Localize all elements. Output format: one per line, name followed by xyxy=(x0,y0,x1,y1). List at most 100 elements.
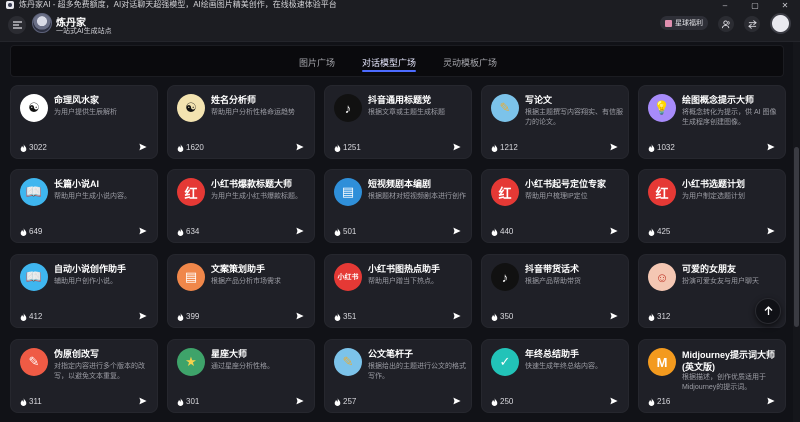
card-description: 根据题材对短视频剧本进行创作 xyxy=(368,193,466,200)
model-card[interactable]: 💡 绘图概念提示大师 将概念转化为提示，供 AI 图像生成程序创建图像。 1032 xyxy=(638,85,786,159)
usage-count: 1032 xyxy=(648,143,675,152)
page-scrollbar[interactable] xyxy=(793,42,800,422)
fire-icon xyxy=(491,312,498,321)
exchange-icon xyxy=(747,19,757,29)
brush-icon: ✎ xyxy=(20,348,48,376)
send-icon xyxy=(296,143,304,151)
model-card[interactable]: ♪ 抖音通用标题党根据文章或主题生成标题 1251 xyxy=(324,85,472,159)
model-card[interactable]: ☯ 命理风水家 为用户提供生辰解析 3022 xyxy=(10,85,158,159)
xiaohongshu-icon: 小红书 xyxy=(334,263,362,291)
sidebar-toggle-button[interactable] xyxy=(8,16,26,34)
model-card[interactable]: 📖 自动小说创作助手 辅助用户创作小说。 412 xyxy=(10,254,158,328)
usage-count-value: 1620 xyxy=(186,143,204,152)
document-icon: ▤ xyxy=(334,178,362,206)
send-icon xyxy=(139,227,147,235)
model-card[interactable]: 红小红书选题计划 为用户制定选题计划 425 xyxy=(638,169,786,243)
card-description: 辅助用户创作小说。 xyxy=(54,278,117,285)
bagua-icon: ☯ xyxy=(20,94,48,122)
card-description: 根据文章或主题生成标题 xyxy=(368,109,445,116)
category-tabs: 图片广场 对话模型广场 灵动模板广场 xyxy=(10,45,784,77)
model-card[interactable]: ♪ 抖音带货话术 根据产品帮助带货 350 xyxy=(481,254,629,328)
send-icon xyxy=(610,397,618,405)
model-card[interactable]: 小红书 小红书图热点助手 帮助用户蹭当下热点。 351 xyxy=(324,254,472,328)
model-card[interactable]: ▤ 文案策划助手 根据产品分析市场需求 399 xyxy=(167,254,315,328)
xiaohongshu-icon: 红 xyxy=(491,178,519,206)
usage-count-value: 3022 xyxy=(29,143,47,152)
card-title: 自动小说创作助手 xyxy=(54,264,127,274)
model-card[interactable]: ▤ 短视频剧本编剧 根据题材对短视频剧本进行创作 501 xyxy=(324,169,472,243)
card-description: 为用户制定选题计划 xyxy=(682,193,745,200)
usage-count-value: 1251 xyxy=(343,143,361,152)
card-title: 公文笔杆子 xyxy=(368,349,414,359)
user-group-button[interactable] xyxy=(718,16,734,32)
book-icon: 📖 xyxy=(20,263,48,291)
minimize-button[interactable]: – xyxy=(710,0,740,10)
model-card[interactable]: 红小红书爆款标题大师 为用户生成小红书爆款标题。 634 xyxy=(167,169,315,243)
card-description: 通过星座分析性格。 xyxy=(211,363,274,370)
usage-count-value: 312 xyxy=(657,312,671,321)
send-icon xyxy=(139,397,147,405)
model-card[interactable]: 📖 长篇小说AI 帮助用户生成小说内容。 649 xyxy=(10,169,158,243)
document-icon: ▤ xyxy=(177,263,205,291)
usage-count: 312 xyxy=(648,312,670,321)
usage-count-value: 501 xyxy=(343,227,357,236)
app-header: 炼丹家 一站式AI生成站点 星球福利 xyxy=(0,10,800,42)
usage-count-value: 351 xyxy=(343,312,357,321)
usage-count: 1620 xyxy=(177,143,204,152)
model-card[interactable]: 红小红书起号定位专家 帮助用户梳理IP定位 440 xyxy=(481,169,629,243)
send-icon xyxy=(610,143,618,151)
tiktok-icon: ♪ xyxy=(334,94,362,122)
book-icon: 📖 xyxy=(20,178,48,206)
send-icon xyxy=(139,312,147,320)
model-card[interactable]: ✎ 伪原创改写 对指定内容进行多个版本的改写，以避免文本重复。 311 xyxy=(10,339,158,413)
girl-icon: ☺ xyxy=(648,263,676,291)
card-description: 将概念转化为提示，供 AI 图像生成程序创建图像。 xyxy=(682,109,777,126)
fire-icon xyxy=(20,227,27,236)
model-card[interactable]: ✎ 公文笔杆子 根据给出的主题进行公文的格式写作。 257 xyxy=(324,339,472,413)
usage-count-value: 311 xyxy=(29,397,42,406)
card-title: 可爱的女朋友 xyxy=(682,264,737,274)
send-icon xyxy=(453,143,461,151)
planet-benefit-button[interactable]: 星球福利 xyxy=(660,16,708,30)
card-title: 抖音通用标题党 xyxy=(368,95,432,105)
card-title: 年终总结助手 xyxy=(525,349,580,359)
app-icon xyxy=(6,1,14,9)
close-button[interactable]: ✕ xyxy=(770,0,800,10)
card-title: 小红书选题计划 xyxy=(682,179,746,189)
send-icon xyxy=(610,312,618,320)
tab-template-plaza[interactable]: 灵动模板广场 xyxy=(443,56,497,69)
fire-icon xyxy=(177,227,184,236)
send-icon xyxy=(296,312,304,320)
card-description: 根据描述，创作优质适用于Midjourney的提示词。 xyxy=(682,374,766,391)
back-to-top-button[interactable] xyxy=(755,298,781,324)
card-title: 写论文 xyxy=(525,95,553,105)
card-title: 绘图概念提示大师 xyxy=(682,95,755,105)
fire-icon xyxy=(648,312,655,321)
model-card[interactable]: ★ 星座大师 通过星座分析性格。 301 xyxy=(167,339,315,413)
usage-count-value: 399 xyxy=(186,312,200,321)
model-card[interactable]: M Midjourney提示词大师(英文版) 根据描述，创作优质适用于Midjour… xyxy=(638,339,786,413)
fire-icon xyxy=(177,397,184,406)
user-avatar[interactable] xyxy=(770,13,791,34)
usage-count: 634 xyxy=(177,227,199,236)
usage-count-value: 257 xyxy=(343,397,357,406)
brand-logo xyxy=(32,13,52,33)
model-card-grid: ☯ 命理风水家 为用户提供生辰解析 3022 ☯ 姓名分析师 帮助用户分析性格命运趋势 162… xyxy=(10,85,790,422)
model-card[interactable]: ☯ 姓名分析师 帮助用户分析性格命运趋势 1620 xyxy=(167,85,315,159)
switch-button[interactable] xyxy=(744,16,760,32)
fire-icon xyxy=(334,312,341,321)
tab-chat-model-plaza[interactable]: 对话模型广场 xyxy=(362,56,417,72)
tab-image-plaza[interactable]: 图片广场 xyxy=(299,56,335,69)
send-icon xyxy=(767,227,775,235)
card-title: 命理风水家 xyxy=(54,95,100,105)
maximize-button[interactable]: ▢ xyxy=(740,0,770,10)
model-card[interactable]: ✎ 写论文 根据主题撰写内容翔实、有信服力的论文。 1212 xyxy=(481,85,629,159)
usage-count: 425 xyxy=(648,227,670,236)
fire-icon xyxy=(177,143,184,152)
usage-count-value: 1212 xyxy=(500,143,518,152)
scrollbar-thumb[interactable] xyxy=(794,147,799,327)
send-icon xyxy=(296,397,304,405)
pencil-icon: ✎ xyxy=(491,94,519,122)
fire-icon xyxy=(334,397,341,406)
model-card[interactable]: ✓ 年终总结助手 快速生成年终总结内容。 250 xyxy=(481,339,629,413)
